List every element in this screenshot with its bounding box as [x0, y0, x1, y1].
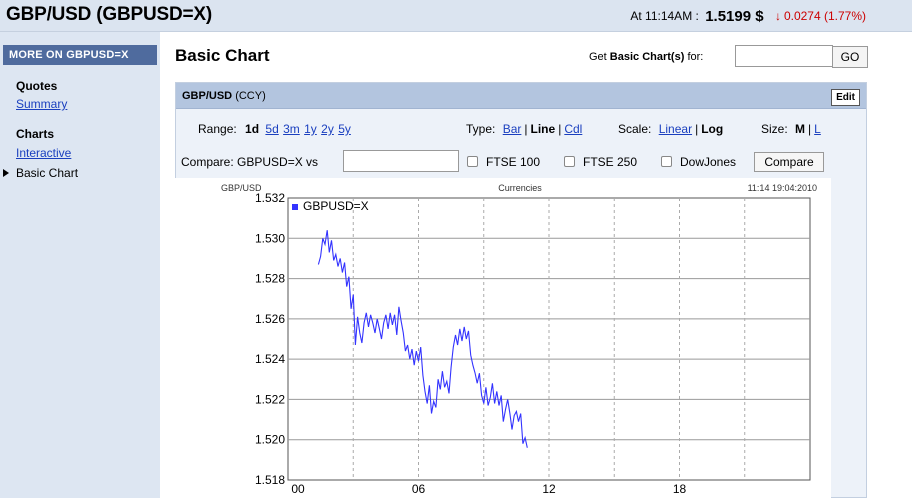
- dowjones-label: DowJones: [680, 155, 737, 169]
- ftse100-label: FTSE 100: [486, 155, 541, 169]
- go-button[interactable]: GO: [832, 46, 868, 68]
- compare-dowjones[interactable]: DowJones: [661, 155, 736, 169]
- chart-title: Currencies: [498, 183, 542, 193]
- scale-log[interactable]: Log: [701, 122, 723, 136]
- range-5y[interactable]: 5y: [338, 122, 351, 136]
- sidebar-group-charts: Charts: [16, 127, 55, 141]
- panel-type-tag: (CCY): [235, 90, 266, 102]
- series-line-gbpusd: [317, 230, 528, 448]
- edit-button[interactable]: Edit: [831, 89, 860, 106]
- y-tick-label: 1.528: [255, 272, 285, 286]
- triangle-bullet-icon: [3, 169, 9, 177]
- panel-title: GBP/USD (CCY): [182, 90, 266, 102]
- type-label: Type:: [466, 122, 496, 136]
- type-line[interactable]: Line: [531, 122, 556, 136]
- size-label: Size:: [761, 122, 788, 136]
- x-tick-label: 12: [542, 482, 556, 496]
- range-5d[interactable]: 5d: [265, 122, 278, 136]
- sidebar-item-interactive[interactable]: Interactive: [16, 146, 71, 160]
- compare-ftse250[interactable]: FTSE 250: [564, 155, 637, 169]
- compare-ftse100[interactable]: FTSE 100: [467, 155, 540, 169]
- quote-summary: At 11:14AM : 1.5199 $ ↓ 0.0274 (1.77%): [630, 8, 866, 25]
- quote-price: 1.5199 $: [705, 8, 764, 25]
- ftse100-checkbox[interactable]: [467, 156, 478, 167]
- quote-header: GBP/USD (GBPUSD=X) At 11:14AM : 1.5199 $…: [0, 0, 912, 32]
- type-selector: Type: Bar | Line | Cdl: [466, 122, 583, 136]
- chart-area: GBP/USD Currencies 11:14 19:04:2010 1.53…: [175, 178, 831, 498]
- sidebar-item-summary[interactable]: Summary: [16, 97, 67, 111]
- compare-input[interactable]: [343, 150, 459, 172]
- range-selector: Range: 1d 5d 3m 1y 2y 5y: [198, 122, 351, 136]
- compare-button[interactable]: Compare: [754, 152, 824, 172]
- symbol-input[interactable]: [735, 45, 833, 67]
- range-1y[interactable]: 1y: [304, 122, 317, 136]
- size-selector: Size: M | L: [761, 122, 821, 136]
- ftse250-label: FTSE 250: [583, 155, 638, 169]
- range-2y[interactable]: 2y: [321, 122, 334, 136]
- x-tick-label: 00: [291, 482, 305, 496]
- y-tick-label: 1.518: [255, 473, 285, 487]
- size-m[interactable]: M: [795, 122, 805, 136]
- y-tick-label: 1.524: [255, 352, 285, 366]
- panel-symbol: GBP/USD: [182, 90, 233, 102]
- sidebar-item-basic-chart[interactable]: Basic Chart: [3, 166, 78, 180]
- dowjones-checkbox[interactable]: [661, 156, 672, 167]
- range-1d[interactable]: 1d: [245, 122, 259, 136]
- y-tick-labels: 1.532 1.530 1.528 1.526 1.524 1.522 1.520 1.518: [255, 191, 285, 487]
- range-3m[interactable]: 3m: [283, 122, 300, 136]
- chart-timestamp: 11:14 19:04:2010: [748, 183, 817, 193]
- x-tick-labels: 00 06 12 18: [291, 482, 686, 496]
- compare-label: Compare: GBPUSD=X vs: [181, 155, 319, 169]
- type-cdl[interactable]: Cdl: [564, 122, 582, 136]
- price-chart: GBP/USD Currencies 11:14 19:04:2010 1.53…: [221, 183, 817, 496]
- y-tick-label: 1.520: [255, 433, 285, 447]
- sidebar-group-quotes: Quotes: [16, 79, 58, 93]
- range-label: Range:: [198, 122, 237, 136]
- type-bar[interactable]: Bar: [503, 122, 522, 136]
- legend-swatch: [292, 204, 298, 210]
- sidebar-item-label: Basic Chart: [16, 166, 79, 180]
- get-label-pre: Get: [589, 51, 607, 63]
- x-tick-label: 18: [673, 482, 687, 496]
- section-title: Basic Chart: [175, 46, 270, 65]
- scale-selector: Scale: Linear | Log: [618, 122, 724, 136]
- y-tick-label: 1.530: [255, 231, 285, 245]
- y-tick-label: 1.532: [255, 191, 285, 205]
- scale-linear[interactable]: Linear: [659, 122, 692, 136]
- get-chart-label: Get Basic Chart(s) for:: [589, 51, 703, 63]
- y-tick-label: 1.526: [255, 312, 285, 326]
- down-arrow-icon: ↓: [774, 9, 781, 23]
- legend-label: GBPUSD=X: [303, 199, 369, 213]
- page-title: GBP/USD (GBPUSD=X): [6, 4, 212, 25]
- y-tick-label: 1.522: [255, 392, 285, 406]
- get-label-post: for:: [687, 51, 704, 63]
- x-tick-label: 06: [412, 482, 426, 496]
- ftse250-checkbox[interactable]: [564, 156, 575, 167]
- get-label-bold: Basic Chart(s): [609, 51, 685, 63]
- chart-grid: [287, 197, 811, 481]
- quote-change: 0.0274 (1.77%): [783, 9, 866, 23]
- size-l[interactable]: L: [814, 122, 821, 136]
- quote-time: At 11:14AM :: [630, 9, 699, 23]
- panel-header: GBP/USD (CCY) Edit: [176, 83, 866, 109]
- scale-label: Scale:: [618, 122, 652, 136]
- sidebar-heading: MORE ON GBPUSD=X: [3, 45, 157, 65]
